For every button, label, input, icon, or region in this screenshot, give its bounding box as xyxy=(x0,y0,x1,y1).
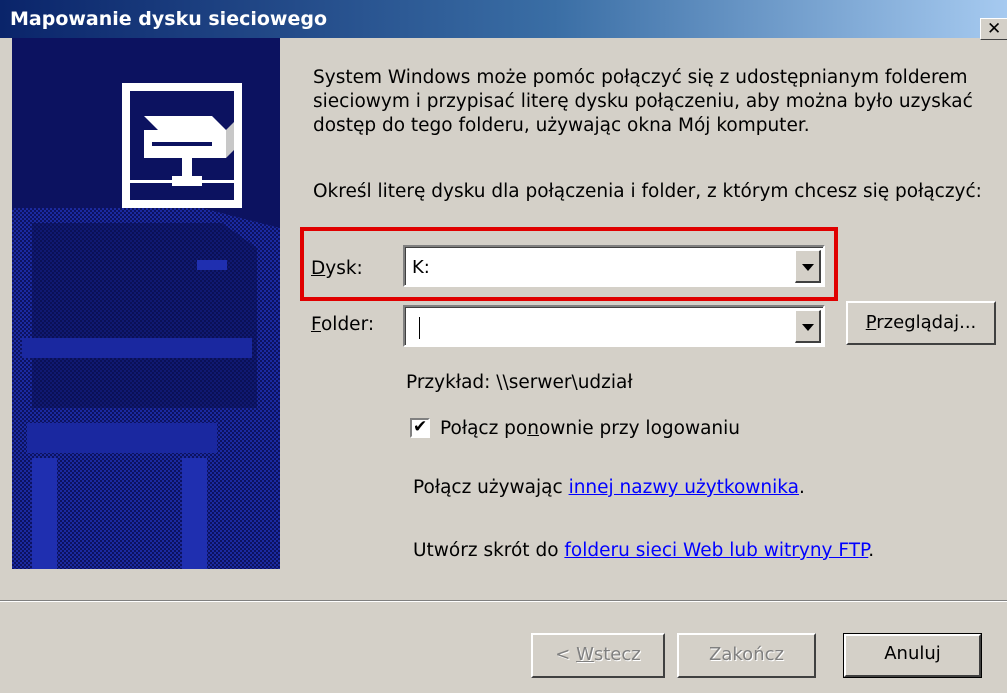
reconnect-label[interactable]: Połącz ponownie przy logowaniu xyxy=(440,417,740,441)
cancel-button[interactable]: Anuluj xyxy=(843,633,982,678)
back-button[interactable]: < Wstecz xyxy=(531,633,665,678)
intro-line-2: sieciowym i przypisać literę dysku połąc… xyxy=(313,91,973,112)
drive-value: K: xyxy=(412,257,430,278)
network-drive-illustration xyxy=(12,38,280,569)
drive-combobox[interactable]: K: xyxy=(403,245,825,287)
separator-highlight xyxy=(0,601,1007,602)
wizard-side-panel xyxy=(12,38,280,569)
finish-button[interactable]: Zakończ xyxy=(677,633,816,678)
reconnect-checkbox[interactable]: ✔ xyxy=(410,417,430,438)
drive-dropdown-button[interactable] xyxy=(795,250,821,283)
text-caret xyxy=(419,317,420,339)
title-bar: Mapowanie dysku sieciowego xyxy=(0,0,1007,38)
browse-button[interactable]: Przeglądaj... xyxy=(846,301,996,345)
instruction-text: Określ literę dysku dla połączenia i fol… xyxy=(313,181,982,202)
close-icon: ✕ xyxy=(987,19,1002,39)
intro-line-3: dostęp do tego folderu, używając okna Mó… xyxy=(313,115,810,136)
drive-label: Dysk: xyxy=(311,258,363,279)
folder-dropdown-button[interactable] xyxy=(795,310,821,343)
web-folder-link[interactable]: folderu sieci Web lub witryny FTP xyxy=(564,540,868,561)
close-button[interactable]: ✕ xyxy=(980,18,1007,40)
shortcut-text: Utwórz skrót do folderu sieci Web lub wi… xyxy=(413,540,875,561)
chevron-down-icon xyxy=(802,264,814,271)
checkmark-icon: ✔ xyxy=(413,417,428,437)
folder-example: Przykład: \\serwer\udział xyxy=(406,372,633,393)
folder-label: Folder: xyxy=(311,314,375,335)
other-user-link[interactable]: innej nazwy użytkownika xyxy=(569,477,799,498)
chevron-down-icon xyxy=(802,324,814,331)
intro-line-1: System Windows może pomóc połączyć się z… xyxy=(313,67,968,88)
folder-combobox[interactable] xyxy=(403,305,825,347)
other-user-text: Połącz używając innej nazwy użytkownika. xyxy=(413,477,805,498)
window-title: Mapowanie dysku sieciowego xyxy=(10,8,327,30)
